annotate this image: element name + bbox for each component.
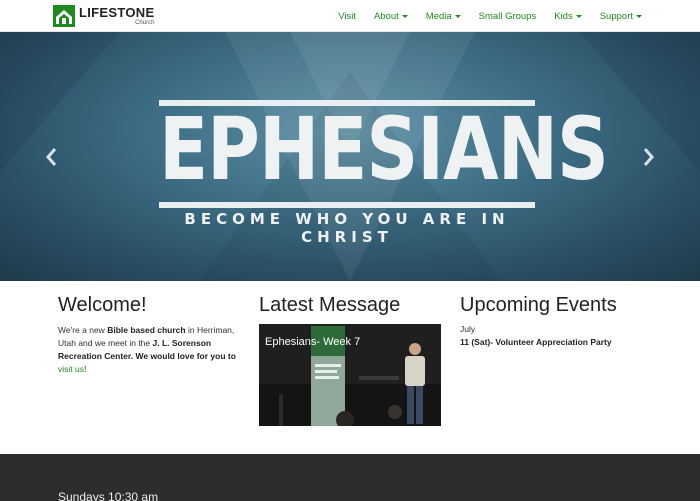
nav-small-groups[interactable]: Small Groups xyxy=(479,11,537,22)
welcome-text-part: We're a new xyxy=(58,325,108,335)
nav-kids[interactable]: Kids xyxy=(554,10,582,22)
welcome-bold-invite: We would love for you to xyxy=(133,351,236,361)
nav-support[interactable]: Support xyxy=(600,11,642,22)
hero-bottom-bar xyxy=(159,202,535,208)
logo[interactable]: LIFESTONE Church xyxy=(53,5,154,27)
hero-title: EPHESIANS xyxy=(159,98,609,200)
nav-media[interactable]: Media xyxy=(426,11,461,22)
chevron-right-icon xyxy=(643,148,654,166)
welcome-section: Welcome! We're a new Bible based church … xyxy=(58,294,238,376)
event-item[interactable]: 11 (Sat)- Volunteer Appreciation Party xyxy=(460,337,660,347)
latest-message-section: Latest Message Ephesians- Week 7 xyxy=(259,294,441,426)
visit-us-link[interactable]: visit us xyxy=(58,364,84,374)
nav-small-groups-label: Small Groups xyxy=(478,10,537,22)
logo-icon xyxy=(53,5,75,27)
nav-about[interactable]: About xyxy=(374,11,408,22)
nav-kids-label: Kids xyxy=(554,10,573,22)
nav-visit[interactable]: Visit xyxy=(338,11,356,22)
logo-name: LIFESTONE xyxy=(79,5,155,20)
nav-visit-label: Visit xyxy=(338,10,356,22)
service-times: Sundays 10:30 am xyxy=(58,490,159,501)
message-video-thumbnail[interactable]: Ephesians- Week 7 xyxy=(259,324,441,426)
welcome-bold-church: Bible based church xyxy=(107,325,186,335)
hero-subtitle: BECOME WHO YOU ARE IN CHRIST xyxy=(184,210,510,246)
upcoming-events-section: Upcoming Events July 11 (Sat)- Volunteer… xyxy=(460,294,660,347)
latest-message-heading: Latest Message xyxy=(259,294,401,316)
nav-support-label: Support xyxy=(599,10,633,22)
welcome-heading: Welcome! xyxy=(58,294,147,316)
caret-down-icon xyxy=(454,14,461,18)
footer: Sundays 10:30 am xyxy=(0,454,700,501)
logo-subtitle: Church xyxy=(135,20,155,26)
main-nav: Visit About Media Small Groups Kids Supp… xyxy=(320,0,642,32)
chevron-left-icon xyxy=(46,148,57,166)
event-month: July xyxy=(460,324,476,334)
site-header: LIFESTONE Church Visit About Media Small… xyxy=(0,0,700,32)
video-title: Ephesians- Week 7 xyxy=(265,336,361,348)
caret-down-icon xyxy=(636,14,642,18)
caret-down-icon xyxy=(575,14,582,18)
carousel-prev-button[interactable] xyxy=(44,146,58,168)
events-heading: Upcoming Events xyxy=(460,294,617,316)
welcome-text-part: ! xyxy=(83,364,87,374)
nav-about-label: About xyxy=(373,10,399,22)
nav-media-label: Media xyxy=(425,10,452,22)
caret-down-icon xyxy=(401,14,408,18)
hero-carousel: EPHESIANS BECOME WHO YOU ARE IN CHRIST xyxy=(0,32,700,281)
welcome-text: We're a new Bible based church in Herrim… xyxy=(58,324,238,376)
carousel-next-button[interactable] xyxy=(642,146,656,168)
